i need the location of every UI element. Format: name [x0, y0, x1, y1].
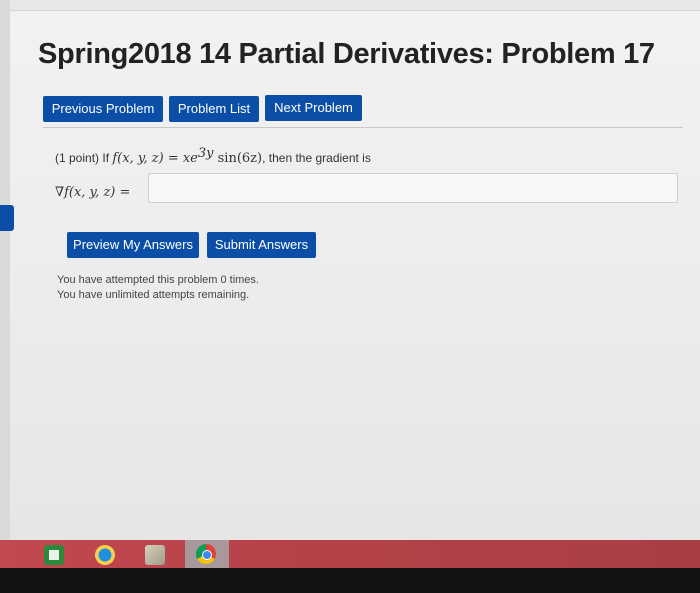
attempt-status: You have attempted this problem 0 times.… [57, 273, 259, 303]
previous-problem-button[interactable]: Previous Problem [43, 96, 163, 122]
monitor-bezel [0, 568, 700, 593]
problem-tail: , then the gradient is [262, 151, 371, 165]
function-name: f(x, y, z) [112, 151, 164, 166]
chrome-taskbar-button[interactable] [185, 540, 229, 568]
gradient-label: ∇f(x, y, z) = [55, 185, 131, 200]
attempts-remaining-text: You have unlimited attempts remaining. [57, 289, 250, 301]
store-icon[interactable] [44, 545, 64, 565]
next-problem-button[interactable]: Next Problem [265, 95, 362, 121]
problem-points: (1 point) If [55, 151, 110, 165]
submit-answers-button[interactable]: Submit Answers [207, 232, 316, 258]
chrome-icon [196, 544, 216, 564]
equals-sign: = [163, 151, 183, 166]
problem-panel: (1 point) If f(x, y, z) = xe3y sin(6z), … [43, 127, 683, 203]
expr-exponent: 3y [197, 146, 214, 161]
expr-base: xe [182, 151, 198, 166]
problem-statement: (1 point) If f(x, y, z) = xe3y sin(6z), … [55, 146, 371, 166]
browser-page: Spring2018 14 Partial Derivatives: Probl… [10, 0, 700, 540]
gradient-answer-input[interactable] [148, 173, 678, 203]
attempted-count-text: You have attempted this problem 0 times. [57, 274, 259, 286]
browser-chrome-strip [10, 0, 700, 11]
side-panel-tab[interactable] [0, 205, 14, 231]
preview-answers-button[interactable]: Preview My Answers [67, 232, 199, 258]
taskbar [0, 540, 700, 568]
expr-sine: sin(6z) [213, 151, 263, 166]
problem-list-button[interactable]: Problem List [169, 96, 259, 122]
media-player-icon[interactable] [95, 545, 115, 565]
photos-icon[interactable] [145, 545, 165, 565]
page-title: Spring2018 14 Partial Derivatives: Probl… [38, 38, 655, 70]
